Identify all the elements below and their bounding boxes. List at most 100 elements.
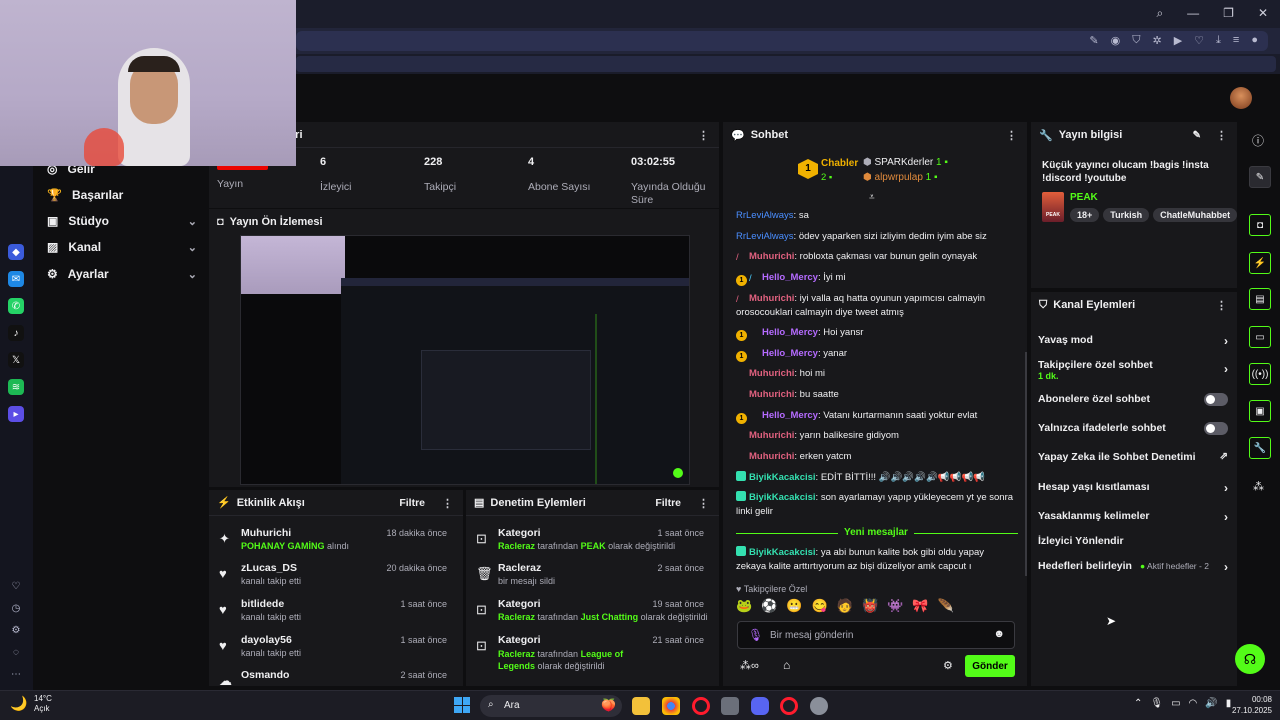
tag[interactable]: Turkish	[1103, 208, 1150, 222]
whatsapp-icon[interactable]: ✆	[8, 298, 24, 314]
toggle-switch[interactable]	[1204, 422, 1228, 435]
list-item[interactable]: ♥ bitlidede kanalı takip etti 1 saat önce	[209, 598, 459, 632]
document-icon[interactable]: ▤	[1249, 288, 1271, 310]
discord-icon[interactable]	[751, 697, 769, 715]
filter-button[interactable]: Filtre	[655, 497, 681, 509]
settings-icon[interactable]: ⚙	[943, 659, 953, 672]
settings-icon[interactable]: ⚙	[8, 622, 24, 638]
leaderboard-third[interactable]: ⬢ alpwrpulap 1 ▪	[863, 172, 938, 183]
toggle-switch[interactable]	[1204, 393, 1228, 406]
action-goals[interactable]: Hedefleri belirleyin ● Aktif hedefler - 2…	[1038, 560, 1228, 574]
list-item[interactable]: ☁ Osmando 2 saat önce	[209, 669, 459, 686]
weather-widget[interactable]: 14°C Açık	[34, 694, 52, 714]
action-emotes-only[interactable]: Yalnızca ifadelerle sohbet	[1038, 422, 1228, 435]
history-icon[interactable]: ◷	[8, 600, 24, 616]
nav-item-achievements[interactable]: 🏆 Başarılar	[47, 188, 197, 202]
expand-icon[interactable]: ⩡	[869, 192, 875, 203]
mic-icon[interactable]: 🎙	[748, 628, 763, 642]
action-banned-words[interactable]: Yasaklanmış kelimeler ›	[1038, 510, 1228, 524]
chat-input[interactable]: 🎙 Bir mesaj gönderin ☻	[737, 621, 1015, 649]
camera-icon[interactable]: ◉	[1111, 34, 1121, 47]
kebab-icon[interactable]: ⋮	[698, 129, 709, 142]
taskbar-search[interactable]: ⌕ Ara 🍑	[480, 695, 622, 717]
list-item[interactable]: ⊡ Kategori Racleraz tarafından League of L…	[466, 634, 716, 674]
avatar[interactable]	[1230, 87, 1252, 109]
edit-icon[interactable]: ✎	[1193, 130, 1201, 141]
store-icon[interactable]: ⌂	[783, 658, 790, 672]
action-raid[interactable]: İzleyici Yönlendir	[1038, 535, 1228, 547]
leaderboard-second[interactable]: ⬢ SPARKderler 1 ▪	[863, 157, 948, 168]
bulb-icon[interactable]: ◌	[8, 644, 24, 660]
chat-scrollbar[interactable]	[1025, 352, 1027, 576]
list-item[interactable]: ♥ zLucas_DS kanalı takip etti 20 dakika önc…	[209, 562, 459, 596]
support-button[interactable]: ☊	[1235, 644, 1265, 674]
leaderboard-first[interactable]: Chabler	[821, 158, 858, 169]
close-icon[interactable]: ✕	[1258, 6, 1268, 21]
opera-icon[interactable]	[780, 697, 798, 715]
kebab-icon[interactable]: ⋮	[1216, 299, 1227, 312]
heart-icon[interactable]: ♡	[1194, 34, 1204, 47]
minimize-icon[interactable]: —	[1187, 6, 1199, 21]
action-account-age[interactable]: Hesap yaşı kısıtlaması ›	[1038, 481, 1228, 495]
wrench-icon[interactable]: 🔧	[1249, 437, 1271, 459]
clock[interactable]: 00:08 27.10.2025	[1228, 694, 1272, 716]
broadcast-icon[interactable]: ((•))	[1249, 363, 1271, 385]
mod-icon[interactable]: ▣	[1249, 400, 1271, 422]
download-icon[interactable]: ⤓	[1216, 34, 1221, 47]
system-tray[interactable]: ⌃ 🎙 ▭ ◠ 🔊 ▮	[1134, 698, 1231, 709]
x-icon[interactable]: 𝕏	[8, 352, 24, 368]
bolt-icon[interactable]: ⚡	[1249, 252, 1271, 274]
preview-icon[interactable]: ◘	[1249, 214, 1271, 236]
stream-preview[interactable]	[240, 235, 690, 485]
menu-icon[interactable]: ≡	[1233, 34, 1239, 47]
shield-icon[interactable]: ⛉	[1132, 34, 1140, 47]
app-icon[interactable]	[810, 697, 828, 715]
points-icon[interactable]: ⁂∞	[740, 659, 759, 672]
chrome-icon[interactable]	[662, 697, 680, 715]
nav-item-channel[interactable]: ▨ Kanal ⌄	[47, 240, 197, 254]
explorer-icon[interactable]	[632, 697, 650, 715]
spotify-icon[interactable]: ≋	[8, 379, 24, 395]
info-icon[interactable]: ⓘ	[1252, 132, 1264, 149]
filter-button[interactable]: Filtre	[399, 497, 425, 509]
edit-icon[interactable]: ✎	[1249, 166, 1271, 188]
extension-icon[interactable]: ✲	[1152, 34, 1161, 47]
category-link[interactable]: PEAK	[1070, 192, 1098, 203]
weather-icon[interactable]: 🌙	[10, 695, 27, 712]
nav-item-settings[interactable]: ⚙ Ayarlar ⌄	[47, 267, 197, 281]
send-button[interactable]: Gönder	[965, 655, 1015, 677]
list-item[interactable]: ✦ Muhurichi POHANAY GAMİNG alındı 18 dakika…	[209, 527, 459, 561]
restore-icon[interactable]: ❐	[1223, 6, 1234, 21]
address-bar[interactable]: ✎ ◉ ⛉ ✲ ▶ ♡ ⤓ ≡ ●	[296, 31, 1268, 51]
edit-icon[interactable]: ✎	[1089, 34, 1098, 47]
action-followers-only[interactable]: Takipçilere özel sohbet 1 dk. ›	[1038, 359, 1228, 381]
list-item[interactable]: 🗑 Racleraz bir mesajı sildi 2 saat önce	[466, 562, 716, 596]
search-icon[interactable]: ⌕	[1156, 6, 1163, 21]
users-icon[interactable]: ⁂	[1253, 480, 1264, 493]
player-icon[interactable]: ▸	[8, 406, 24, 422]
emoji-icon[interactable]: ☻	[993, 628, 1005, 640]
heart-icon[interactable]: ♡	[8, 578, 24, 594]
list-item[interactable]: ♥ dayolay56 kanalı takip etti 1 saat önce	[209, 634, 459, 668]
start-icon[interactable]	[454, 697, 470, 713]
messenger-icon[interactable]: ✉	[8, 271, 24, 287]
category-thumbnail[interactable]: PEAK	[1042, 192, 1064, 222]
app-icon[interactable]	[721, 697, 739, 715]
action-slow-mode[interactable]: Yavaş mod ›	[1038, 334, 1228, 348]
action-subscribers-only[interactable]: Abonelere özel sohbet	[1038, 393, 1228, 406]
chat-icon[interactable]: ▭	[1249, 326, 1271, 348]
opera-gx-icon[interactable]	[692, 697, 710, 715]
emote-row[interactable]: 🐸 ⚽ 😬 😋 🧑 👹 👾 🎀 🪶	[736, 598, 1016, 616]
list-item[interactable]: ⊡ Kategori Racleraz tarafından PEAK olarak…	[466, 527, 716, 561]
nav-item-studio[interactable]: ▣ Stüdyo ⌄	[47, 214, 197, 228]
tiktok-icon[interactable]: ♪	[8, 325, 24, 341]
kebab-icon[interactable]: ⋮	[698, 497, 709, 510]
action-ai-moderation[interactable]: Yapay Zeka ile Sohbet Denetimi ⇗	[1038, 451, 1228, 463]
profile-icon[interactable]: ●	[1251, 34, 1258, 47]
kebab-icon[interactable]: ⋮	[1216, 129, 1227, 142]
list-item[interactable]: ⊡ Kategori Racleraz tarafından Just Chatti…	[466, 598, 716, 632]
kebab-icon[interactable]: ⋮	[1006, 129, 1017, 142]
tag[interactable]: ChatleMuhabbet	[1153, 208, 1238, 222]
play-icon[interactable]: ▶	[1174, 34, 1182, 47]
more-icon[interactable]: ⋯	[8, 666, 24, 682]
